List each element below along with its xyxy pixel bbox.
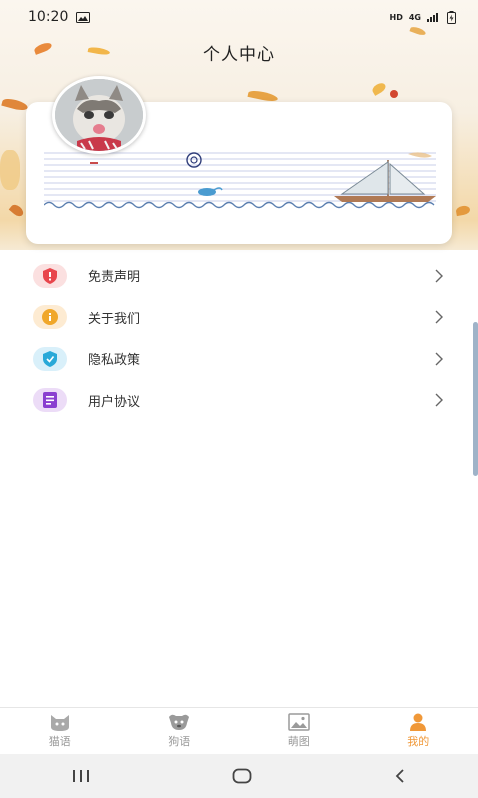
gallery-notification-icon xyxy=(76,11,91,23)
battery-icon xyxy=(447,10,456,24)
status-bar: 10:20 HD 4G xyxy=(0,0,478,34)
tab-dog-language[interactable]: 狗语 xyxy=(120,708,240,754)
dog-icon xyxy=(169,714,190,730)
system-navigation-bar xyxy=(0,754,478,798)
menu-item-privacy-policy[interactable]: 隐私政策 xyxy=(0,338,478,380)
back-button[interactable] xyxy=(393,768,407,784)
bottom-tab-bar: 猫语 狗语 萌图 我的 xyxy=(0,707,478,754)
cat-icon xyxy=(50,715,69,731)
menu-item-label: 用户协议 xyxy=(88,394,141,410)
person-icon xyxy=(410,713,427,731)
tab-mine[interactable]: 我的 xyxy=(359,708,478,754)
menu-item-label: 免责声明 xyxy=(88,270,141,286)
cat-avatar-image xyxy=(55,79,143,151)
sailboat-illustration xyxy=(44,152,436,209)
menu-item-label: 关于我们 xyxy=(88,311,141,327)
privacy-shield-icon xyxy=(33,346,67,371)
recents-button[interactable] xyxy=(71,769,91,783)
tab-label: 狗语 xyxy=(168,735,191,748)
menu-item-label: 隐私政策 xyxy=(88,353,141,369)
network-indicator: 4G xyxy=(408,12,421,22)
document-icon xyxy=(33,388,67,413)
image-icon xyxy=(288,713,310,731)
info-icon xyxy=(33,305,67,330)
scrollbar[interactable] xyxy=(473,322,478,476)
menu-item-user-agreement[interactable]: 用户协议 xyxy=(0,380,478,422)
status-time: 10:20 xyxy=(28,9,69,25)
menu-item-about-us[interactable]: 关于我们 xyxy=(0,297,478,339)
page-title: 个人中心 xyxy=(203,45,275,65)
chevron-right-icon xyxy=(435,352,443,366)
avatar[interactable] xyxy=(52,76,146,154)
signal-icon xyxy=(427,13,438,22)
home-button[interactable] xyxy=(232,768,252,784)
chevron-right-icon xyxy=(435,269,443,283)
tab-cute-pics[interactable]: 萌图 xyxy=(239,708,359,754)
tab-cat-language[interactable]: 猫语 xyxy=(0,708,120,754)
disclaimer-shield-icon xyxy=(33,263,67,288)
settings-menu: 免责声明 关于我们 隐私政策 用户协议 xyxy=(0,255,478,421)
tab-label: 我的 xyxy=(407,735,430,748)
menu-item-disclaimer[interactable]: 免责声明 xyxy=(0,255,478,297)
tab-label: 猫语 xyxy=(48,735,71,748)
chevron-right-icon xyxy=(435,310,443,324)
hd-indicator: HD xyxy=(389,12,403,22)
tab-label: 萌图 xyxy=(287,735,310,748)
chevron-right-icon xyxy=(435,393,443,407)
